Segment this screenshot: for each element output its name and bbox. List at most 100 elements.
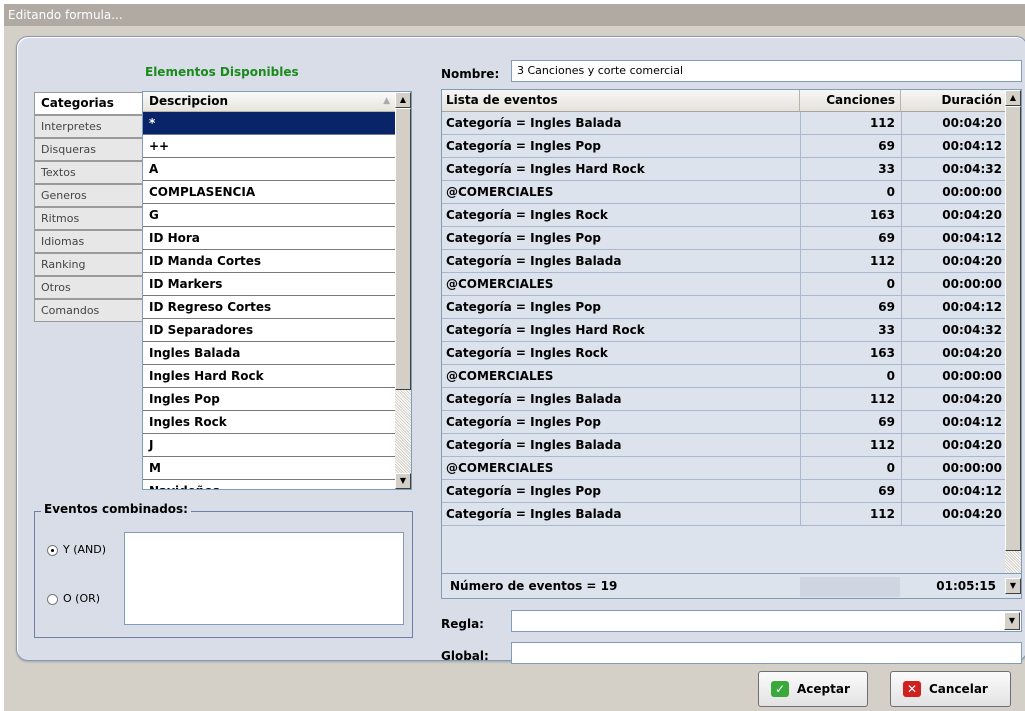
songs-cell: 0 bbox=[800, 457, 900, 480]
grid-scroll-track[interactable] bbox=[1005, 551, 1021, 573]
list-item[interactable]: ID Markers bbox=[143, 273, 398, 296]
event-cell: Categoría = Ingles Rock bbox=[446, 208, 608, 222]
table-row[interactable]: Categoría = Ingles Hard Rock 33 00:04:32 bbox=[442, 319, 1006, 342]
list-item[interactable]: Ingles Hard Rock bbox=[143, 365, 398, 388]
chevron-down-icon[interactable]: ▼ bbox=[1004, 612, 1020, 630]
rule-select[interactable]: ▼ bbox=[511, 610, 1022, 632]
name-input[interactable]: 3 Canciones y corte comercial bbox=[511, 60, 1022, 82]
events-grid[interactable]: Lista de eventos Canciones Duración Cate… bbox=[441, 89, 1022, 574]
songs-cell: 0 bbox=[800, 273, 900, 296]
list-item[interactable]: ID Regreso Cortes bbox=[143, 296, 398, 319]
list-item[interactable]: COMPLASENCIA bbox=[143, 181, 398, 204]
songs-cell: 112 bbox=[800, 112, 900, 135]
sort-arrow-icon: ▲ bbox=[383, 96, 390, 106]
list-item[interactable]: Ingles Balada bbox=[143, 342, 398, 365]
list-item[interactable]: G bbox=[143, 204, 398, 227]
table-row[interactable]: Categoría = Ingles Balada 112 00:04:20 bbox=[442, 388, 1006, 411]
table-row[interactable]: Categoría = Ingles Pop 69 00:04:12 bbox=[442, 227, 1006, 250]
scroll-track[interactable] bbox=[395, 390, 411, 473]
list-item[interactable]: ++ bbox=[143, 135, 398, 158]
cancel-button[interactable]: ✕ Cancelar bbox=[890, 671, 1011, 707]
accept-label: Aceptar bbox=[797, 682, 850, 696]
event-cell: Categoría = Ingles Balada bbox=[446, 438, 622, 452]
scroll-up-icon[interactable]: ▲ bbox=[395, 92, 411, 108]
grid-footer: Número de eventos = 19 01:05:15 ▼ bbox=[441, 574, 1022, 599]
radio-or[interactable] bbox=[47, 594, 58, 605]
table-row[interactable]: Categoría = Ingles Rock 163 00:04:20 bbox=[442, 204, 1006, 227]
table-row[interactable]: Categoría = Ingles Pop 69 00:04:12 bbox=[442, 411, 1006, 434]
list-item[interactable]: Ingles Rock bbox=[143, 411, 398, 434]
column-header-duration[interactable]: Duración bbox=[901, 90, 1007, 112]
list-item[interactable]: ID Manda Cortes bbox=[143, 250, 398, 273]
table-row[interactable]: @COMERCIALES 0 00:00:00 bbox=[442, 181, 1006, 204]
table-row[interactable]: Categoría = Ingles Balada 112 00:04:20 bbox=[442, 503, 1006, 526]
x-icon: ✕ bbox=[903, 681, 921, 697]
grid-scrollbar[interactable]: ▲ bbox=[1005, 90, 1021, 573]
radio-or-label: O (OR) bbox=[63, 592, 101, 605]
event-count: Número de eventos = 19 bbox=[450, 579, 618, 593]
column-header-songs[interactable]: Canciones bbox=[800, 90, 901, 112]
table-row[interactable]: @COMERCIALES 0 00:00:00 bbox=[442, 365, 1006, 388]
list-item[interactable]: ID Hora bbox=[143, 227, 398, 250]
tab-comandos[interactable]: Comandos bbox=[34, 299, 143, 322]
list-item[interactable]: A bbox=[143, 158, 398, 181]
column-header-events[interactable]: Lista de eventos bbox=[442, 90, 800, 112]
available-elements-heading: Elementos Disponibles bbox=[145, 65, 299, 79]
list-item[interactable]: M bbox=[143, 457, 398, 480]
table-row[interactable]: Categoría = Ingles Pop 69 00:04:12 bbox=[442, 296, 1006, 319]
elements-list[interactable]: Descripcion ▲ * ++ A COMPLASENCIA G ID Hora ID… bbox=[142, 91, 412, 490]
scroll-thumb[interactable] bbox=[395, 108, 411, 390]
songs-cell: 69 bbox=[800, 227, 900, 250]
songs-cell: 33 bbox=[800, 158, 900, 181]
list-scrollbar[interactable]: ▲ ▼ bbox=[395, 92, 411, 489]
list-item[interactable]: Ingles Pop bbox=[143, 388, 398, 411]
grid-scroll-thumb[interactable] bbox=[1005, 106, 1021, 551]
list-item[interactable]: J bbox=[143, 434, 398, 457]
table-row[interactable]: Categoría = Ingles Pop 69 00:04:12 bbox=[442, 135, 1006, 158]
list-item[interactable]: Navideños bbox=[143, 480, 398, 489]
global-input[interactable] bbox=[511, 642, 1022, 664]
event-cell: @COMERCIALES bbox=[446, 461, 554, 475]
name-label: Nombre: bbox=[441, 67, 500, 81]
table-row[interactable]: Categoría = Ingles Balada 112 00:04:20 bbox=[442, 434, 1006, 457]
table-row[interactable]: Categoría = Ingles Pop 69 00:04:12 bbox=[442, 480, 1006, 503]
event-cell: Categoría = Ingles Pop bbox=[446, 231, 601, 245]
tab-otros[interactable]: Otros bbox=[34, 276, 143, 299]
list-item[interactable]: * bbox=[143, 112, 398, 135]
tab-generos[interactable]: Generos bbox=[34, 184, 143, 207]
table-row[interactable]: Categoría = Ingles Hard Rock 33 00:04:32 bbox=[442, 158, 1006, 181]
songs-cell: 69 bbox=[800, 411, 900, 434]
duration-cell: 00:04:20 bbox=[901, 250, 1006, 273]
tab-ranking[interactable]: Ranking bbox=[34, 253, 143, 276]
list-header-description[interactable]: Descripcion ▲ bbox=[143, 92, 398, 112]
radio-and[interactable] bbox=[47, 545, 58, 556]
duration-cell: 00:04:20 bbox=[901, 204, 1006, 227]
songs-cell: 69 bbox=[800, 480, 900, 503]
accept-button[interactable]: ✓ Aceptar bbox=[758, 671, 868, 707]
tab-textos[interactable]: Textos bbox=[34, 161, 143, 184]
scroll-down-icon[interactable]: ▼ bbox=[395, 473, 411, 489]
tab-interpretes[interactable]: Interpretes bbox=[34, 115, 143, 138]
duration-cell: 00:00:00 bbox=[901, 457, 1006, 480]
table-row[interactable]: @COMERCIALES 0 00:00:00 bbox=[442, 273, 1006, 296]
duration-cell: 00:04:32 bbox=[901, 319, 1006, 342]
tab-categorias[interactable]: Categorias bbox=[34, 92, 143, 115]
event-cell: Categoría = Ingles Pop bbox=[446, 300, 601, 314]
tab-idiomas[interactable]: Idiomas bbox=[34, 230, 143, 253]
duration-cell: 00:04:20 bbox=[901, 434, 1006, 457]
event-cell: Categoría = Ingles Hard Rock bbox=[446, 323, 645, 337]
list-item[interactable]: ID Separadores bbox=[143, 319, 398, 342]
event-cell: Categoría = Ingles Balada bbox=[446, 507, 622, 521]
global-label: Global: bbox=[441, 649, 489, 663]
grid-scroll-down-icon[interactable]: ▼ bbox=[1005, 578, 1021, 594]
combined-events-list[interactable] bbox=[124, 532, 404, 625]
table-row[interactable]: Categoría = Ingles Balada 112 00:04:20 bbox=[442, 112, 1006, 135]
tab-disqueras[interactable]: Disqueras bbox=[34, 138, 143, 161]
grid-scroll-up-icon[interactable]: ▲ bbox=[1005, 90, 1021, 106]
table-row[interactable]: Categoría = Ingles Balada 112 00:04:20 bbox=[442, 250, 1006, 273]
duration-cell: 00:04:12 bbox=[901, 296, 1006, 319]
table-row[interactable]: @COMERCIALES 0 00:00:00 bbox=[442, 457, 1006, 480]
table-row[interactable]: Categoría = Ingles Rock 163 00:04:20 bbox=[442, 342, 1006, 365]
songs-cell: 163 bbox=[800, 342, 900, 365]
tab-ritmos[interactable]: Ritmos bbox=[34, 207, 143, 230]
